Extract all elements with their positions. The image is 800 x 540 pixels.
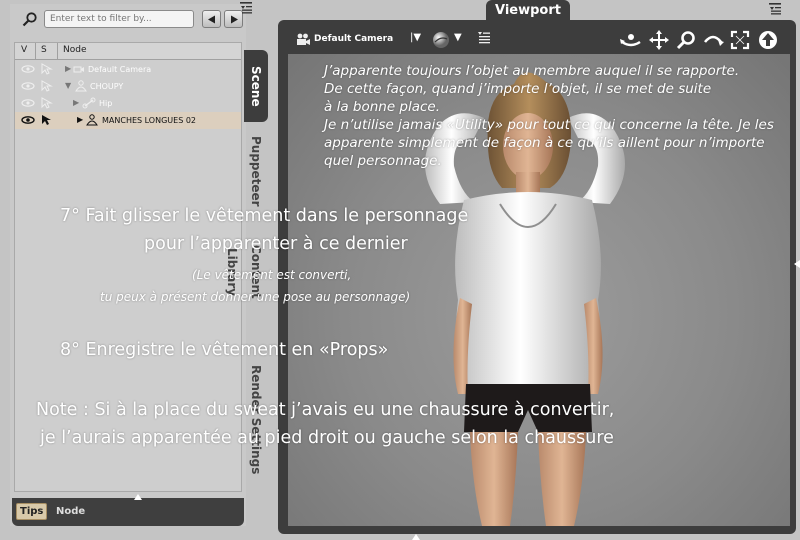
viewport-toolbar: Default Camera |▼ ▼ xyxy=(288,26,790,54)
column-visible[interactable]: V xyxy=(21,45,27,55)
instruction-note: J’apparente toujours l’objet au membre a… xyxy=(324,62,774,170)
filter-bar xyxy=(10,4,246,36)
tab-viewport[interactable]: Viewport xyxy=(486,0,570,22)
instruction-line: J’apparente toujours l’objet au membre a… xyxy=(324,63,740,79)
tab-tips[interactable]: Tips xyxy=(16,503,48,520)
camera-icon[interactable] xyxy=(296,33,311,46)
step8-text: 8° Enregistre le vêtement en «Props» xyxy=(60,340,389,360)
step7-subnote: tu peux à présent donner une pose au per… xyxy=(100,290,411,304)
list-item[interactable]: ▶ Hip xyxy=(15,95,241,112)
selectable-cursor-icon[interactable] xyxy=(41,114,53,126)
visibility-eye-icon[interactable] xyxy=(21,99,35,107)
arrow-right-icon xyxy=(231,15,238,24)
expand-arrow-icon[interactable]: ▶ xyxy=(65,64,71,73)
instruction-line: De cette façon, quand j’importe l’objet,… xyxy=(324,81,712,97)
collapse-arrow-icon[interactable] xyxy=(134,494,142,500)
footnote-text: Note : Si à la place du sweat j’avais eu… xyxy=(36,400,615,420)
selectable-cursor-icon[interactable] xyxy=(41,80,53,92)
list-item-selected[interactable]: ▶ MANCHES LONGUES 02 xyxy=(15,112,241,129)
node-label: Default Camera xyxy=(88,65,152,74)
instruction-line: quel personnage. xyxy=(324,153,442,169)
panel-menu-icon[interactable] xyxy=(769,3,781,15)
footnote-text: je l’aurais apparentée au pied droit ou … xyxy=(40,428,614,448)
visibility-eye-icon[interactable] xyxy=(21,82,35,90)
arrow-left-icon xyxy=(208,15,215,24)
list-item[interactable]: ▼ CHOUPY xyxy=(15,78,241,95)
scene-node-list: V S Node ▶ Default Camera ▼ CHOUPY ▶ Hip… xyxy=(14,42,242,492)
bottom-tab-bar: Tips Node xyxy=(12,498,244,526)
step7-text: pour l’apparenter à ce dernier xyxy=(144,234,408,254)
camera-icon xyxy=(73,66,84,73)
figure-icon xyxy=(75,80,87,92)
previous-button[interactable] xyxy=(202,10,221,28)
node-label: CHOUPY xyxy=(90,82,124,91)
filter-input[interactable] xyxy=(44,10,194,28)
step7-text: 7° Fait glisser le vêtement dans le pers… xyxy=(60,206,469,226)
visibility-eye-icon[interactable] xyxy=(21,65,35,73)
list-header: V S Node xyxy=(15,43,241,60)
list-item[interactable]: ▶ Default Camera xyxy=(15,61,241,78)
frame-icon[interactable] xyxy=(730,30,750,50)
tab-node[interactable]: Node xyxy=(56,506,85,517)
roll-icon[interactable] xyxy=(702,30,724,50)
camera-selector-label[interactable]: Default Camera xyxy=(314,34,393,44)
collapse-arrow-icon[interactable] xyxy=(794,260,800,268)
viewport-menu-icon[interactable] xyxy=(478,32,490,44)
search-icon[interactable] xyxy=(22,11,38,27)
collapse-arrow-icon[interactable] xyxy=(412,534,420,540)
expand-arrow-icon[interactable]: ▼ xyxy=(65,81,71,90)
column-selectable[interactable]: S xyxy=(41,45,47,55)
bone-icon xyxy=(82,97,96,109)
column-node[interactable]: Node xyxy=(63,45,87,55)
node-label: MANCHES LONGUES 02 xyxy=(102,116,196,125)
tab-render-settings[interactable]: Render Settings xyxy=(244,358,268,482)
selectable-cursor-icon[interactable] xyxy=(41,63,53,75)
chevron-down-icon[interactable]: |▼ xyxy=(410,32,421,43)
figure-icon xyxy=(86,114,98,126)
expand-arrow-icon[interactable]: ▶ xyxy=(73,98,79,107)
zoom-icon[interactable] xyxy=(676,30,698,50)
instruction-line: à la bonne place. xyxy=(324,99,441,115)
draw-style-sphere-icon[interactable] xyxy=(432,31,450,49)
expand-arrow-icon[interactable]: ▶ xyxy=(77,115,83,124)
instruction-line: Je n’utilise jamais «Utility» pour tout … xyxy=(324,117,774,133)
orbit-icon[interactable] xyxy=(620,30,642,50)
instruction-line: apparente simplement de façon à ce qu’il… xyxy=(324,135,765,151)
step7-subnote: (Le vêtement est converti, xyxy=(192,268,352,282)
tab-puppeteer[interactable]: Puppeteer xyxy=(244,128,268,214)
panel-menu-icon[interactable] xyxy=(240,2,252,14)
tab-scene[interactable]: Scene xyxy=(244,50,268,122)
chevron-down-icon[interactable]: ▼ xyxy=(454,32,462,43)
selectable-cursor-icon[interactable] xyxy=(41,97,53,109)
visibility-eye-icon[interactable] xyxy=(21,116,35,124)
home-icon[interactable] xyxy=(758,30,778,50)
node-label: Hip xyxy=(99,99,113,108)
move-icon[interactable] xyxy=(648,30,670,50)
